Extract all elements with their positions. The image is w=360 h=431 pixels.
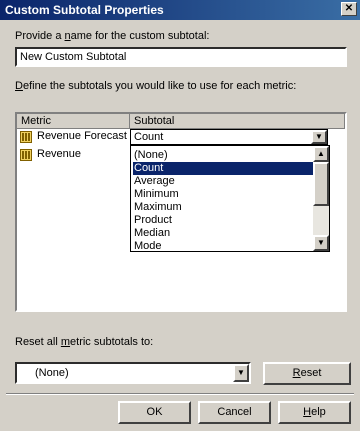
name-input[interactable]: New Custom Subtotal (15, 47, 347, 67)
ok-button[interactable]: OK (118, 401, 191, 424)
define-label-rest: efine the subtotals you would like to us… (22, 80, 297, 92)
window-title: Custom Subtotal Properties (5, 3, 164, 17)
subtotal-combo-button[interactable]: ▼ (311, 130, 327, 144)
subtotal-combo[interactable]: Count ▼ (130, 129, 328, 145)
scroll-up-button[interactable]: ▲ (313, 146, 329, 162)
name-label-suffix: ame for the custom subtotal: (70, 30, 210, 42)
metric-icon (20, 149, 32, 161)
subtotals-grid[interactable]: Metric Subtotal Revenue Forecast Count ▼… (15, 112, 347, 312)
help-button-label: elp (311, 406, 326, 418)
dropdown-option[interactable]: Mode (133, 240, 314, 251)
reset-subtotal-select[interactable]: (None) ▼ (15, 362, 251, 384)
reset-label-mnemonic: m (60, 336, 71, 348)
column-header-metric[interactable]: Metric (17, 114, 130, 129)
dropdown-option[interactable]: Median (133, 227, 314, 240)
column-header-metric-label: Metric (21, 115, 51, 127)
close-icon: ✕ (344, 3, 354, 14)
dropdown-option[interactable]: Product (133, 214, 314, 227)
subtotal-combo-value: Count (134, 131, 164, 143)
metric-name: Revenue (37, 148, 82, 160)
dropdown-option[interactable]: Maximum (133, 201, 314, 214)
title-bar: Custom Subtotal Properties ✕ (0, 0, 360, 20)
name-label: Provide a name for the custom subtotal: (15, 30, 209, 42)
metric-icon (20, 131, 32, 143)
reset-subtotal-select-value: (None) (35, 367, 69, 379)
grid-row[interactable]: Revenue Forecast (17, 129, 130, 145)
define-label: Define the subtotals you would like to u… (15, 80, 296, 92)
reset-label-prefix: Reset all (15, 336, 61, 348)
cancel-button-label: Cancel (217, 406, 252, 418)
name-label-prefix: Provide a (15, 30, 65, 42)
metric-name: Revenue Forecast (37, 130, 127, 142)
name-input-value: New Custom Subtotal (20, 51, 127, 63)
close-button[interactable]: ✕ (341, 2, 357, 16)
reset-label-suffix: etric subtotals to: (70, 336, 154, 348)
chevron-down-icon: ▼ (237, 368, 245, 377)
chevron-down-icon: ▼ (315, 132, 323, 141)
cancel-button[interactable]: Cancel (198, 401, 271, 424)
dropdown-option[interactable]: Minimum (133, 188, 314, 201)
grid-row[interactable]: Revenue (17, 147, 130, 163)
dropdown-scrollbar[interactable]: ▲ ▼ (313, 146, 329, 251)
column-header-subtotal[interactable]: Subtotal (130, 114, 345, 129)
dropdown-option-selected[interactable]: Count (133, 162, 314, 175)
scroll-down-button[interactable]: ▼ (313, 235, 329, 251)
subtotal-dropdown-list[interactable]: (None) Count Average Minimum Maximum Pro… (130, 145, 330, 252)
reset-button[interactable]: Reset (263, 362, 351, 385)
reset-label: Reset all metric subtotals to: (15, 336, 153, 348)
reset-button-label: eset (300, 367, 322, 379)
reset-subtotal-select-button[interactable]: ▼ (233, 364, 249, 382)
separator (6, 393, 354, 395)
define-label-mnemonic: D (15, 80, 23, 92)
ok-button-label: OK (146, 406, 163, 418)
dropdown-option[interactable]: Average (133, 175, 314, 188)
scroll-thumb[interactable] (313, 162, 329, 206)
reset-button-mnemonic: R (292, 367, 301, 379)
chevron-down-icon: ▼ (317, 238, 325, 247)
column-header-subtotal-label: Subtotal (134, 115, 175, 127)
dropdown-option[interactable]: (None) (133, 149, 314, 162)
help-button-mnemonic: H (303, 406, 312, 418)
chevron-up-icon: ▲ (317, 149, 325, 158)
help-button[interactable]: Help (278, 401, 351, 424)
